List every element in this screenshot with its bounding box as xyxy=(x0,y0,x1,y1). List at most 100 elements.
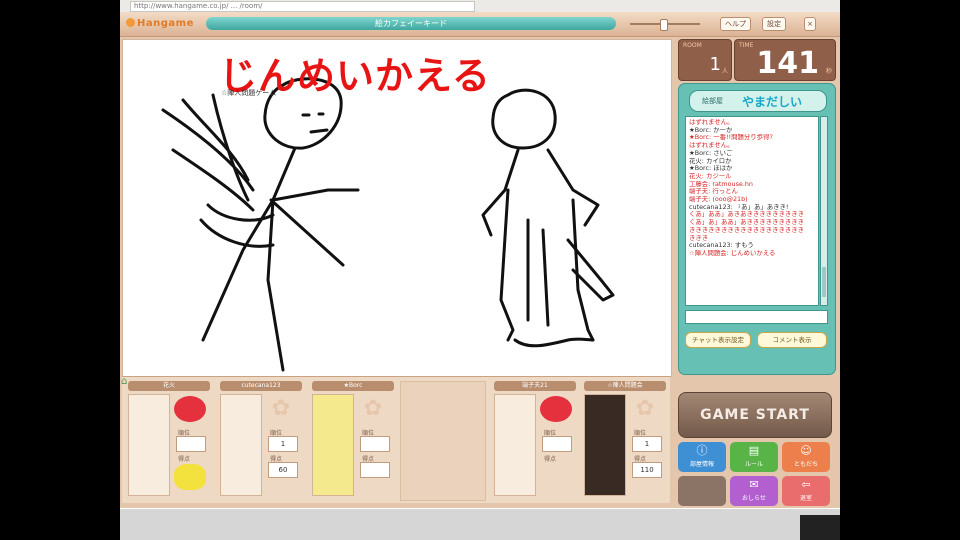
flower-icon: ✿ xyxy=(635,396,655,421)
pencil-icon xyxy=(174,396,206,422)
chat-line: 花火: カイロか xyxy=(689,157,732,165)
player-name: ★Borc xyxy=(312,381,394,391)
chat-header: 絵部屋 やまだしい xyxy=(689,90,827,112)
chat-line: 工藤会: ratmouse.hn xyxy=(689,180,753,188)
room-info-label: 部屋情報 xyxy=(689,461,714,468)
rank-box xyxy=(176,436,206,452)
time-counter: TIME 141 秒 xyxy=(734,39,836,81)
chat-panel: 絵部屋 やまだしい はずれません。 ★Borc: かーか ★Borc: 一番!!問題… xyxy=(678,83,836,375)
game-start-button[interactable]: GAME START xyxy=(678,392,832,438)
chat-settings-button[interactable]: チャット表示設定 xyxy=(685,332,751,348)
room-counter-value: 1 xyxy=(709,54,721,75)
chat-line: 端子夫: 行っとん xyxy=(689,188,738,196)
exit-label: 退室 xyxy=(799,495,812,502)
player-slot[interactable]: 花火 順位 得点 xyxy=(124,381,214,499)
taskbar-button[interactable] xyxy=(800,515,840,540)
top-bar: Hangame 絵カフェイーキード ヘルプ 設定 × xyxy=(120,12,840,37)
chat-line: ききき xyxy=(689,234,709,242)
notice-button[interactable]: ✉ おしらせ xyxy=(730,476,778,506)
chat-line: くあ」ああ」あきあききききききききき xyxy=(689,211,805,219)
comment-display-button[interactable]: コメント表示 xyxy=(757,332,827,348)
avatar xyxy=(220,394,262,496)
chat-log[interactable]: はずれません。 ★Borc: かーか ★Borc: 一番!!問題分り歩得? はずれませ… xyxy=(685,116,819,306)
avatar xyxy=(584,394,626,496)
chat-line: ☆陣人問題会: じんめいかえる xyxy=(689,249,776,257)
avatar xyxy=(312,394,354,496)
chat-line: きききききききききききききききききき xyxy=(689,226,805,234)
chat-line: 花火: カジール xyxy=(689,172,732,180)
avatar xyxy=(128,394,170,496)
pencil-icon xyxy=(540,396,572,422)
score-label: 得点 xyxy=(544,456,557,463)
settings-button[interactable]: 設定 xyxy=(762,17,786,31)
time-counter-value: 141 xyxy=(756,46,819,81)
close-button[interactable]: × xyxy=(804,17,816,31)
chat-line: はずれません。 xyxy=(689,142,734,150)
chat-input[interactable] xyxy=(685,310,828,324)
room-counter-label: ROOM xyxy=(683,42,702,49)
flower-icon: ✿ xyxy=(363,396,383,421)
rank-box: 1 xyxy=(632,436,662,452)
player-slot[interactable]: ☆陣人問題会 ✿ 順位 1 得点 110 xyxy=(580,381,670,499)
hangame-logo[interactable]: Hangame xyxy=(126,18,194,29)
score-box: 60 xyxy=(268,462,298,478)
score-box: 110 xyxy=(632,462,662,478)
time-counter-unit: 秒 xyxy=(825,68,832,75)
room-title: 絵カフェイーキード xyxy=(206,17,616,30)
chat-header-name: やまだしい xyxy=(742,95,803,109)
chat-line: cutecana123: すもう xyxy=(689,242,754,250)
room-info-button[interactable]: ⓘ 部屋情報 xyxy=(678,442,726,472)
player-slot[interactable]: ★Borc ✿ 順位 得点 xyxy=(308,381,398,499)
info-icon: ⓘ xyxy=(696,444,708,457)
drawer-label: ☆陣人問題ゲーム xyxy=(221,89,277,97)
chat-line: はずれません。 xyxy=(689,119,734,126)
player-name: ☆陣人問題会 xyxy=(584,381,666,391)
mail-icon: ✉ xyxy=(749,478,759,491)
logo-icon xyxy=(126,18,135,27)
chat-header-label: 絵部屋 xyxy=(702,97,723,105)
player-slot[interactable]: cutecana123 ✿ 順位 1 得点 60 xyxy=(216,381,306,499)
player-slot[interactable]: 端子夫21 順位 得点 xyxy=(490,381,580,499)
chat-line: くあ」あ」ああ」あききききききききき xyxy=(689,219,805,227)
slider-knob[interactable] xyxy=(660,19,668,31)
chat-line: ★Borc: かーか xyxy=(689,126,733,134)
chat-line: 端子夫: (ooo@21b) xyxy=(689,196,748,204)
friends-button[interactable]: ☺ ともだち xyxy=(782,442,830,472)
rank-box xyxy=(542,436,572,452)
rules-label: ルール xyxy=(744,461,763,468)
rank-box: 1 xyxy=(268,436,298,452)
room-counter-unit: 人 xyxy=(721,68,728,75)
game-window: Hangame 絵カフェイーキード ヘルプ 設定 × じんめいかえる ☆陣人問題… xyxy=(120,12,840,508)
chat-scrollbar[interactable] xyxy=(820,116,828,306)
logo-text: Hangame xyxy=(137,18,194,29)
chat-line: ★Borc: 一番!!問題分り歩得? xyxy=(689,134,773,142)
book-icon: ▤ xyxy=(748,444,760,457)
player-name: 端子夫21 xyxy=(494,381,576,391)
player-name: 花火 xyxy=(128,381,210,391)
score-box xyxy=(360,462,390,478)
time-counter-label: TIME xyxy=(739,42,754,49)
player-area: ⌂ 花火 順位 得点 cutecana123 ✿ 順位 1 得点 60 ★Bor… xyxy=(121,376,670,503)
friends-label: ともだち xyxy=(793,461,818,468)
blank-button[interactable] xyxy=(678,476,726,506)
rank-box xyxy=(360,436,390,452)
exit-button[interactable]: ⇦ 退室 xyxy=(782,476,830,506)
chat-line: ★Borc: さいご xyxy=(689,149,733,157)
room-counter: ROOM 1 人 xyxy=(678,39,732,81)
help-button[interactable]: ヘルプ xyxy=(720,17,751,31)
chat-line: ★Borc: ほはか xyxy=(689,165,733,173)
avatar xyxy=(494,394,536,496)
notice-label: おしらせ xyxy=(742,495,766,502)
volume-slider[interactable] xyxy=(630,19,700,31)
friends-icon: ☺ xyxy=(800,444,812,457)
url-field[interactable]: http://www.hangame.co.jp/ ... /room/ xyxy=(130,1,475,12)
scroll-thumb[interactable] xyxy=(822,267,826,297)
right-panel: ROOM 1 人 TIME 141 秒 絵部屋 やまだしい はずれません。 ★Bo… xyxy=(674,39,838,379)
video-frame: http://www.hangame.co.jp/ ... /room/ Han… xyxy=(120,0,840,540)
taskbar xyxy=(120,508,840,540)
drawing-canvas[interactable]: じんめいかえる ☆陣人問題ゲーム xyxy=(122,39,672,377)
exit-icon: ⇦ xyxy=(801,478,811,491)
rules-button[interactable]: ▤ ルール xyxy=(730,442,778,472)
empty-player-slot xyxy=(400,381,486,501)
player-name: cutecana123 xyxy=(220,381,302,391)
